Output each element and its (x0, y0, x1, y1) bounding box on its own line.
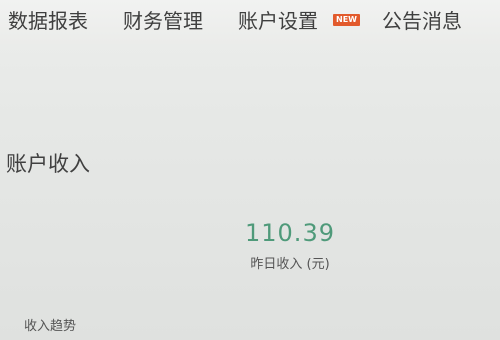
nav-item-data-report[interactable]: 数据报表 (8, 8, 88, 34)
yesterday-income-value: 110.39 (245, 219, 335, 247)
income-trend-label: 收入趋势 (24, 319, 77, 334)
account-income-title: 账户收入 (6, 152, 90, 176)
nav-item-announcements[interactable]: 公告消息 (382, 8, 462, 34)
yesterday-income-label: 昨日收入 (元) (250, 257, 330, 272)
new-badge: NEW (333, 14, 360, 26)
nav-item-account-settings[interactable]: 账户设置 (238, 8, 318, 34)
nav-item-finance-management[interactable]: 财务管理 (123, 8, 203, 34)
top-nav: 数据报表 财务管理 账户设置 NEW 公告消息 (0, 0, 500, 44)
